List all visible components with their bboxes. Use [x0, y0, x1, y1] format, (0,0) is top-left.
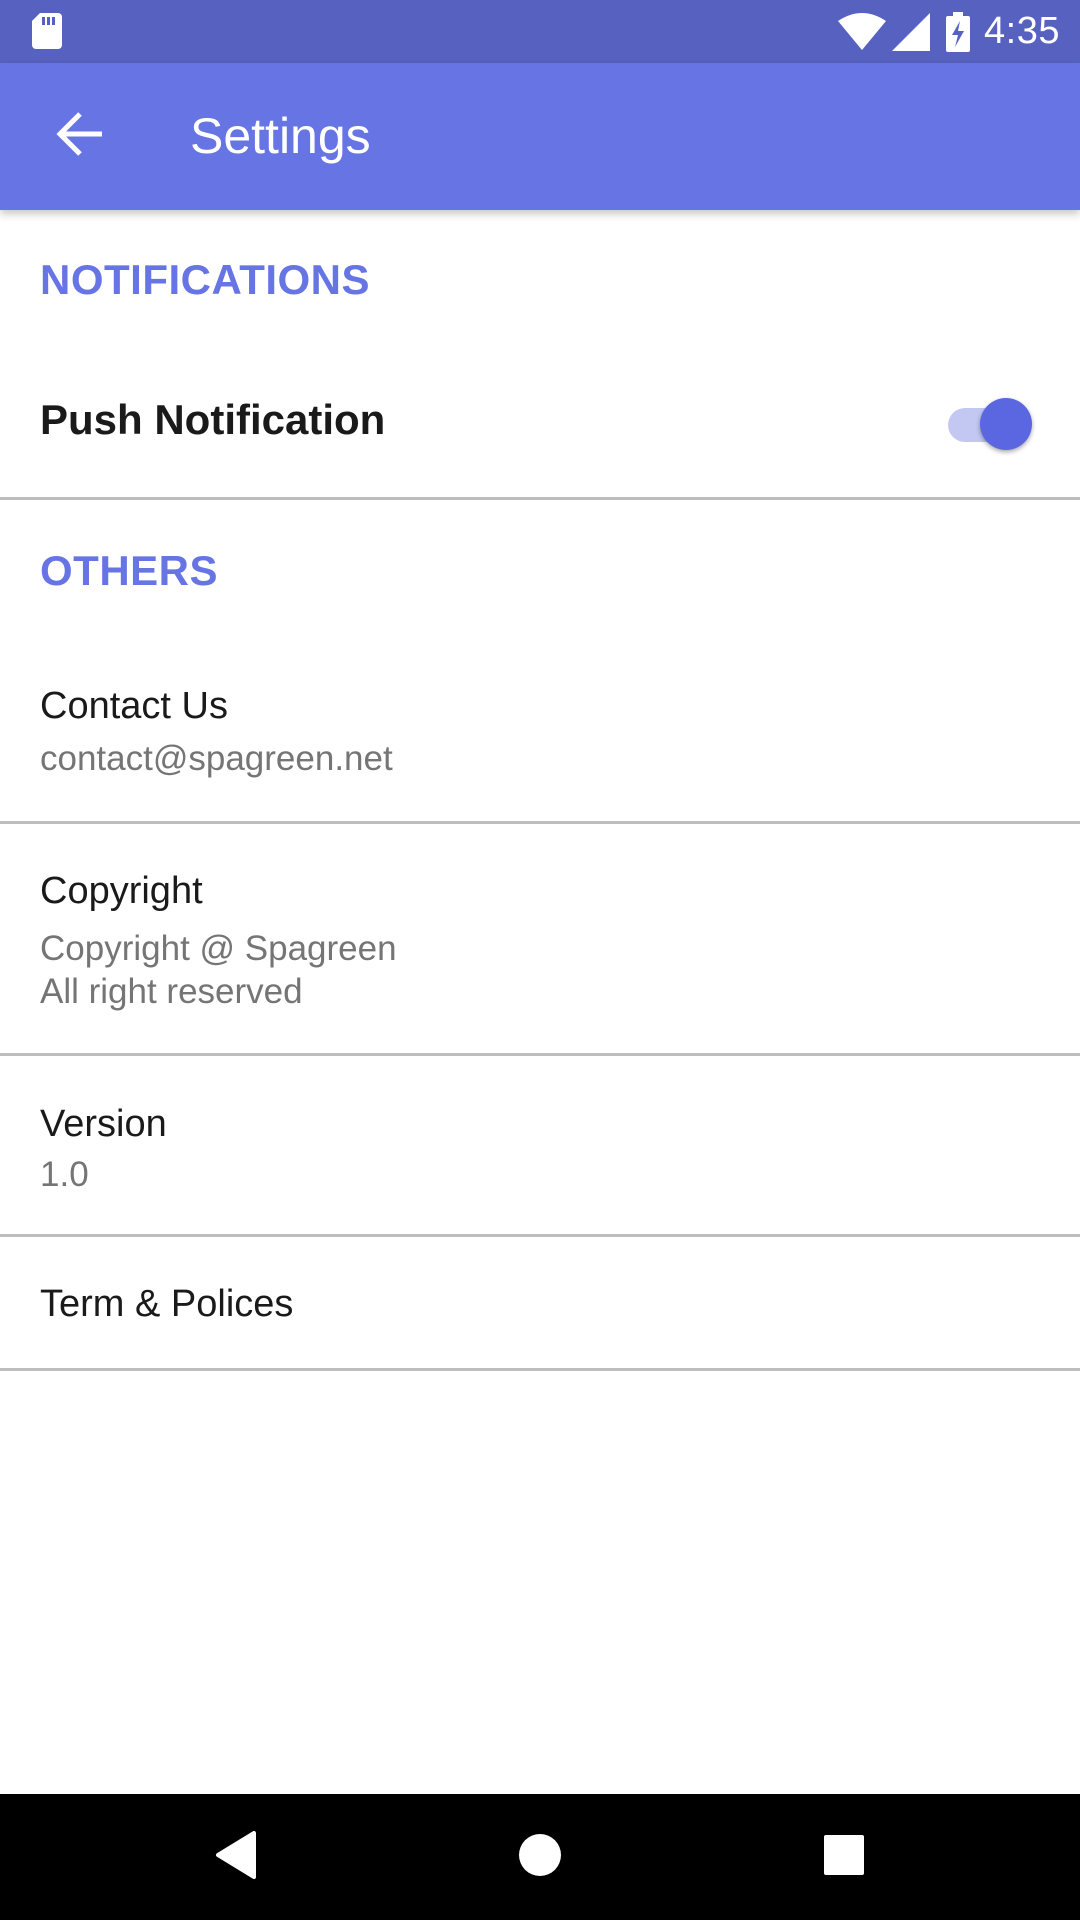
arrow-back-icon	[56, 111, 104, 161]
app-bar: Settings	[0, 63, 1080, 210]
signal-icon	[892, 12, 931, 51]
status-time: 4:35	[984, 10, 1060, 52]
nav-back-button[interactable]	[201, 1822, 271, 1892]
push-notification-switch[interactable]	[948, 396, 1032, 450]
copyright-title: Copyright	[40, 870, 203, 912]
nav-home-icon	[518, 1833, 562, 1882]
sd-card-icon	[32, 13, 62, 49]
battery-charging-icon	[946, 11, 971, 52]
copyright-text-line2: All right reserved	[40, 972, 303, 1011]
wifi-icon	[838, 12, 887, 51]
contact-us-row[interactable]	[0, 640, 1080, 822]
page-title: Settings	[190, 108, 371, 164]
back-button[interactable]	[34, 90, 126, 182]
contact-us-email: contact@spagreen.net	[40, 739, 393, 778]
section-header-notifications: NOTIFICATIONS	[40, 256, 371, 303]
nav-recents-icon	[824, 1834, 864, 1880]
copyright-text-line1: Copyright @ Spagreen	[40, 929, 397, 968]
version-value: 1.0	[40, 1155, 89, 1194]
nav-home-button[interactable]	[505, 1822, 575, 1892]
status-bar: 4:35	[0, 0, 1080, 63]
divider	[0, 1368, 1080, 1371]
contact-us-title: Contact Us	[40, 685, 228, 727]
switch-thumb	[980, 398, 1032, 450]
divider	[0, 497, 1080, 500]
nav-recents-button[interactable]	[809, 1822, 879, 1892]
terms-policies-title: Term & Polices	[40, 1283, 294, 1325]
push-notification-label: Push Notification	[40, 396, 386, 443]
nav-back-icon	[214, 1830, 258, 1884]
version-title: Version	[40, 1103, 167, 1145]
settings-screen: 4:35 Settings NOTIFICATIONS Push Notific…	[0, 0, 1080, 1920]
system-nav-bar	[0, 1794, 1080, 1920]
section-header-others: OTHERS	[40, 547, 219, 594]
